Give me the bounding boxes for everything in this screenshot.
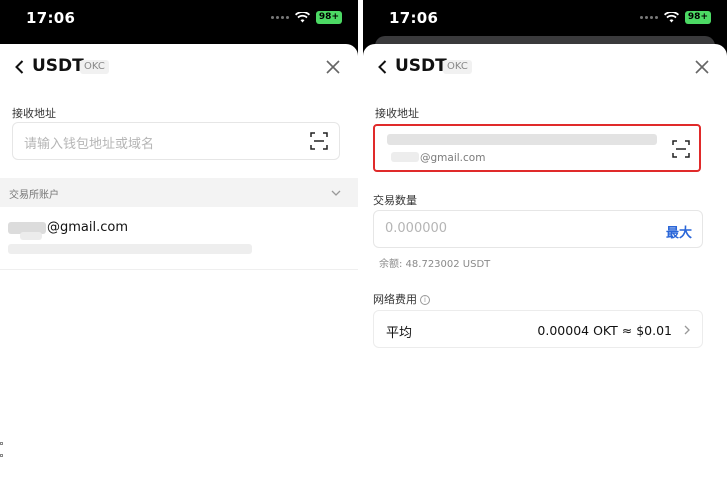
transfer-sheet: USDT OKC 接收地址 请输入钱包地址或域名 交易所账户 @gmail.co… [0,44,358,487]
network-badge: OKC [443,60,472,74]
address-email: @gmail.com [420,152,486,164]
blurred-address [8,244,252,254]
edge-mark [0,454,3,457]
edge-mark [0,442,3,445]
status-icons: 98+ [639,11,711,24]
close-icon[interactable] [324,58,342,76]
balance-text: 余额: 48.723002 USDT [379,259,491,270]
transfer-sheet: USDT OKC 接收地址 @gmail.com 交易数量 0.000000 最… [363,44,727,487]
max-button[interactable]: 最大 [666,222,692,241]
wifi-icon [663,12,679,23]
signal-icon [639,16,658,19]
amount-input[interactable]: 0.000000 最大 [373,210,703,248]
network-fee-selector[interactable]: 平均 0.00004 OKT ≈ $0.01 [373,310,703,348]
exchange-section-label: 交易所账户 [9,190,59,201]
page-title: USDT [32,56,84,76]
network-badge: OKC [80,60,109,74]
network-fee-title: 网络费用 i [373,291,430,307]
network-fee-label: 网络费用 [373,293,417,306]
blurred-address-line [387,134,657,145]
receive-address-label: 接收地址 [375,107,419,120]
address-input-filled[interactable]: @gmail.com [373,124,701,172]
signal-icon [270,16,289,19]
chevron-right-icon [684,325,690,335]
close-icon[interactable] [693,58,711,76]
phone-screen-left: 17:06 98+ USDT OKC 接收地址 请输入钱包地址或域名 交易所账户… [0,0,358,487]
status-bar: 17:06 98+ [0,0,358,38]
amount-placeholder: 0.000000 [385,221,448,236]
exchange-accounts-section[interactable]: 交易所账户 [0,178,358,207]
scan-icon[interactable] [672,140,690,158]
sheet-header: USDT OKC [363,44,727,90]
sheet-header: USDT OKC [0,44,358,90]
account-email: @gmail.com [47,220,129,235]
battery-icon: 98+ [684,11,711,24]
address-placeholder: 请输入钱包地址或域名 [24,137,155,152]
back-icon[interactable] [10,57,30,77]
scan-icon[interactable] [310,132,328,150]
status-time: 17:06 [389,9,439,27]
receive-address-label: 接收地址 [12,107,56,120]
exchange-account-item[interactable]: @gmail.com [0,212,358,270]
status-icons: 98+ [270,11,342,24]
address-input[interactable]: 请输入钱包地址或域名 [12,122,340,160]
wifi-icon [294,12,310,23]
chevron-down-icon[interactable] [330,187,342,199]
amount-label: 交易数量 [373,194,417,207]
phone-screen-right: 17:06 98+ USDT OKC 接收地址 @gmail.com 交易数量 … [363,0,727,487]
info-icon[interactable]: i [420,295,430,305]
status-time: 17:06 [26,9,76,27]
back-icon[interactable] [373,57,393,77]
fee-level: 平均 [386,326,413,341]
fee-value: 0.00004 OKT ≈ $0.01 [537,323,672,338]
blurred-username-tail [20,232,42,240]
status-bar: 17:06 98+ [363,0,727,38]
page-title: USDT [395,56,447,76]
blurred-username [391,152,419,162]
battery-icon: 98+ [315,11,342,24]
